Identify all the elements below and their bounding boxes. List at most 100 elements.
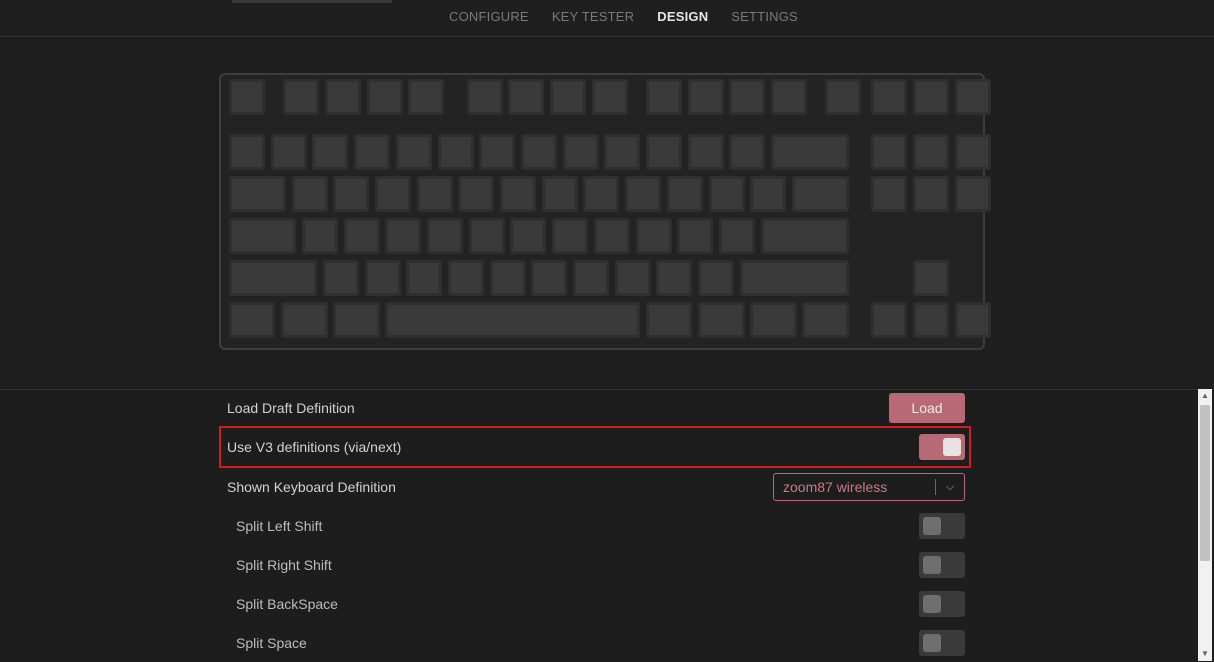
- keycap: [954, 79, 991, 115]
- keycap: [954, 176, 991, 212]
- split-left-shift-label: Split Left Shift: [236, 518, 323, 534]
- option-row-split-backspace: Split BackSpace: [227, 590, 967, 618]
- keycap: [646, 302, 693, 338]
- split-right-shift-toggle[interactable]: [919, 552, 965, 578]
- keycap: [750, 176, 787, 212]
- keycap: [229, 260, 318, 296]
- keycap: [614, 260, 651, 296]
- option-row-split-left-shift: Split Left Shift: [227, 512, 967, 540]
- keycap: [281, 302, 328, 338]
- keycap: [408, 79, 445, 115]
- keycap: [562, 134, 599, 170]
- toggle-knob: [923, 634, 941, 652]
- keycap: [912, 79, 949, 115]
- keycap: [541, 176, 578, 212]
- load-button[interactable]: Load: [889, 393, 965, 423]
- tab-configure[interactable]: CONFIGURE: [449, 9, 529, 24]
- keycap: [416, 176, 453, 212]
- scroll-up-arrow-icon[interactable]: ▲: [1198, 389, 1212, 403]
- toggle-knob: [923, 517, 941, 535]
- keycap: [871, 176, 908, 212]
- load-draft-label: Load Draft Definition: [227, 400, 355, 416]
- keycap: [771, 79, 808, 115]
- keycap: [687, 134, 724, 170]
- keycap: [871, 302, 908, 338]
- tab-settings[interactable]: SETTINGS: [731, 9, 798, 24]
- keycap: [270, 134, 307, 170]
- keycap: [750, 302, 797, 338]
- scroll-down-arrow-icon[interactable]: ▼: [1198, 647, 1212, 661]
- keycap: [912, 302, 949, 338]
- split-right-shift-label: Split Right Shift: [236, 557, 332, 573]
- v3-definitions-toggle[interactable]: [919, 434, 965, 460]
- keycap: [324, 79, 361, 115]
- keycap: [591, 79, 628, 115]
- keycap: [229, 134, 265, 170]
- keycap: [729, 134, 766, 170]
- keycap: [447, 260, 484, 296]
- split-space-label: Split Space: [236, 635, 307, 651]
- keycap: [229, 79, 265, 115]
- keycap: [912, 134, 949, 170]
- keycap: [802, 302, 849, 338]
- nav-tabs: CONFIGURE KEY TESTER DESIGN SETTINGS: [449, 9, 821, 24]
- keycap: [550, 79, 587, 115]
- keycap: [406, 260, 443, 296]
- keyboard-definition-value: zoom87 wireless: [783, 479, 888, 495]
- scrollbar[interactable]: ▲ ▼: [1198, 389, 1212, 661]
- keycap: [343, 218, 380, 254]
- nav-logo-fragment: [232, 0, 392, 3]
- keycap: [508, 79, 545, 115]
- keycap: [333, 302, 380, 338]
- v3-definitions-label: Use V3 definitions (via/next): [227, 439, 402, 455]
- keycap: [604, 134, 641, 170]
- keycap: [646, 134, 682, 170]
- load-draft-row: Load Draft Definition: [227, 394, 967, 422]
- keycap: [625, 176, 662, 212]
- v3-definitions-row: Use V3 definitions (via/next): [227, 433, 967, 461]
- keycap: [301, 218, 338, 254]
- keycap: [656, 260, 693, 296]
- toggle-knob: [923, 556, 941, 574]
- keycap: [954, 302, 991, 338]
- keycap: [468, 218, 505, 254]
- keycap: [366, 79, 403, 115]
- keycap: [291, 176, 328, 212]
- keycap: [791, 176, 849, 212]
- keycap: [646, 79, 682, 115]
- option-row-split-right-shift: Split Right Shift: [227, 551, 967, 579]
- keyboard-preview: [219, 73, 991, 350]
- split-backspace-label: Split BackSpace: [236, 596, 338, 612]
- keycap: [322, 260, 359, 296]
- keycap: [312, 134, 349, 170]
- split-backspace-toggle[interactable]: [919, 591, 965, 617]
- keycap: [583, 176, 620, 212]
- keycap: [395, 134, 432, 170]
- keycap: [771, 134, 849, 170]
- keyboard-definition-select[interactable]: zoom87 wireless ⌵: [773, 473, 965, 501]
- keycap: [635, 218, 672, 254]
- keycap: [593, 218, 630, 254]
- keycap: [283, 79, 320, 115]
- keycap: [687, 79, 724, 115]
- keycap: [739, 260, 849, 296]
- keycap: [677, 218, 714, 254]
- keycap: [333, 176, 370, 212]
- keycap: [718, 218, 755, 254]
- keycap: [458, 176, 495, 212]
- keycap: [825, 79, 862, 115]
- chevron-down-icon[interactable]: ⌵: [936, 481, 964, 494]
- split-left-shift-toggle[interactable]: [919, 513, 965, 539]
- tab-key-tester[interactable]: KEY TESTER: [552, 9, 634, 24]
- keycap: [531, 260, 568, 296]
- keycap: [229, 302, 276, 338]
- scroll-thumb[interactable]: [1200, 405, 1210, 561]
- keycap: [510, 218, 547, 254]
- tab-design[interactable]: DESIGN: [657, 9, 708, 24]
- keycap: [354, 134, 391, 170]
- keycap: [437, 134, 474, 170]
- keycap: [385, 302, 641, 338]
- split-space-toggle[interactable]: [919, 630, 965, 656]
- keycap: [954, 134, 991, 170]
- option-row-split-space: Split Space: [227, 629, 967, 657]
